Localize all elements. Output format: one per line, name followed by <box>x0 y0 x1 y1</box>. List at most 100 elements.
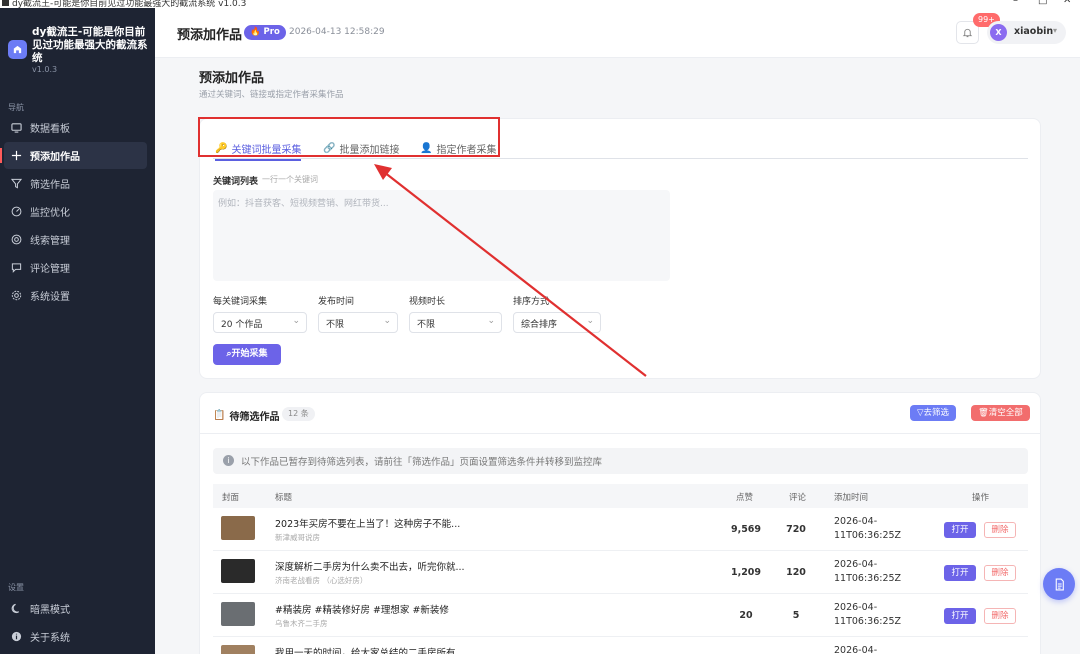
row-likes: 1,209 <box>730 567 762 578</box>
col-likes: 点赞 <box>736 493 754 503</box>
current-datetime: 2026-04-13 12:58:29 <box>289 27 385 37</box>
table-row: 我用一天的时间，给大家总结的二手房所有... 2026-04- <box>213 637 1028 654</box>
settings-heading: 设置 <box>8 583 24 592</box>
moon-icon <box>10 603 22 615</box>
maximize-icon[interactable]: □ <box>1038 0 1047 6</box>
row-added-time: 2026-04- <box>834 644 904 654</box>
notice-text: 以下作品已暂存到待筛选列表，请前往「筛选作品」页面设置筛选条件并转移到监控库 <box>241 457 603 468</box>
row-title: #精装房 #精装修好房 #理想家 #新装修 <box>275 605 449 616</box>
table-row: 2023年买房不要在上当了！这种房子不能... 新津威哥说房 9,569 720… <box>213 508 1028 551</box>
table-row: 深度解析二手房为什么卖不出去，听完你就... 济南老战看房 （心选好房） 1,2… <box>213 551 1028 594</box>
top-header: 预添加作品 🔥 Pro 2026-04-13 12:58:29 99+ X xi… <box>155 8 1080 58</box>
sort-order-select[interactable]: 综合排序 ⌄ <box>513 312 601 333</box>
field-label: 视频时长 <box>409 297 446 307</box>
sidebar-item-monitor[interactable]: 监控优化 <box>4 198 147 225</box>
date-line: 2026-04- <box>834 516 878 527</box>
open-button[interactable]: 打开 <box>944 565 976 581</box>
row-comments: 120 <box>786 567 806 578</box>
row-comments: 720 <box>786 524 806 535</box>
close-icon[interactable]: ✕ <box>1063 0 1071 6</box>
date-line: 11T06:36:25Z <box>834 616 902 627</box>
chevron-down-icon: ⌄ <box>292 316 300 326</box>
sidebar-item-leads[interactable]: 线索管理 <box>4 226 147 253</box>
field-per-keyword: 每关键词采集 20 个作品 ⌄ <box>213 294 307 333</box>
sidebar-item-filter[interactable]: 筛选作品 <box>4 170 147 197</box>
select-value: 20 个作品 <box>221 320 263 330</box>
clipboard-icon: 📋 <box>213 410 226 421</box>
monitor-icon <box>10 122 22 134</box>
button-label: 去筛选 <box>923 408 950 418</box>
info-icon: i <box>223 455 234 466</box>
button-label: 清空全部 <box>988 408 1023 418</box>
publish-time-select[interactable]: 不限 ⌄ <box>318 312 398 333</box>
info-notice: i 以下作品已暂存到待筛选列表，请前往「筛选作品」页面设置筛选条件并转移到监控库 <box>213 448 1028 474</box>
field-label: 每关键词采集 <box>213 297 268 307</box>
user-menu[interactable]: X xiaobin ▾ <box>987 21 1066 44</box>
keyword-textarea[interactable] <box>213 190 670 281</box>
open-button[interactable]: 打开 <box>944 608 976 624</box>
table-header: 封面 标题 点赞 评论 添加时间 操作 <box>213 484 1028 508</box>
pro-badge-label: Pro <box>263 27 280 37</box>
cover-thumbnail[interactable] <box>221 559 255 583</box>
pro-badge: 🔥 Pro <box>244 25 286 40</box>
col-actions: 操作 <box>972 493 990 503</box>
plus-icon <box>10 150 22 162</box>
bell-icon <box>962 28 973 38</box>
sidebar-item-comments[interactable]: 评论管理 <box>4 254 147 281</box>
sidebar-item-settings[interactable]: 系统设置 <box>4 282 147 309</box>
keyword-list-hint: 一行一个关键词 <box>262 175 318 184</box>
nav-heading: 导航 <box>8 103 24 112</box>
table-row: #精装房 #精装修好房 #理想家 #新装修 乌鲁木齐二手房 20 5 2026-… <box>213 594 1028 637</box>
pending-list-card: 📋 待筛选作品 12 条 ▽去筛选 🗑清空全部 i 以下作品已暂存到待筛选列表，… <box>199 392 1041 654</box>
sidebar-item-dark-mode[interactable]: 暗黑模式 <box>4 595 147 622</box>
cover-thumbnail[interactable] <box>221 645 255 654</box>
delete-button[interactable]: 删除 <box>984 608 1016 624</box>
sidebar-item-label: 系统设置 <box>30 292 70 303</box>
row-added-time: 2026-04- 11T06:36:25Z <box>834 558 904 586</box>
cover-thumbnail[interactable] <box>221 602 255 626</box>
sidebar-item-pre-add[interactable]: 预添加作品 <box>0 142 147 169</box>
minimize-icon[interactable]: – <box>1013 0 1018 6</box>
pending-count-badge: 12 条 <box>282 407 315 421</box>
sidebar-item-dashboard[interactable]: 数据看板 <box>4 114 147 141</box>
sidebar-item-label: 关于系统 <box>30 633 70 644</box>
filter-icon <box>10 178 22 190</box>
col-cover: 封面 <box>222 493 240 503</box>
clear-all-button[interactable]: 🗑清空全部 <box>971 405 1030 421</box>
date-line: 11T06:36:25Z <box>834 573 902 584</box>
sidebar-item-about[interactable]: 关于系统 <box>4 623 147 650</box>
delete-button[interactable]: 删除 <box>984 522 1016 538</box>
trash-icon: 🗑 <box>978 408 989 418</box>
floating-document-button[interactable] <box>1043 568 1075 600</box>
delete-button[interactable]: 删除 <box>984 565 1016 581</box>
document-icon <box>1055 578 1064 590</box>
select-value: 不限 <box>326 320 345 330</box>
row-title: 2023年买房不要在上当了！这种房子不能... <box>275 519 461 530</box>
row-author: 济南老战看房 （心选好房） <box>275 576 368 585</box>
video-duration-select[interactable]: 不限 ⌄ <box>409 312 502 333</box>
page-title: 预添加作品 <box>177 28 243 43</box>
field-label: 发布时间 <box>318 297 355 307</box>
row-likes: 9,569 <box>730 524 762 535</box>
date-line: 11T06:36:25Z <box>834 530 902 541</box>
field-sort-order: 排序方式 综合排序 ⌄ <box>513 294 601 333</box>
username: xiaobin <box>1014 26 1054 37</box>
section-subtitle: 通过关键词、链接或指定作者采集作品 <box>199 90 344 100</box>
keyword-list-label: 关键词列表 <box>213 177 259 187</box>
date-line: 2026-04- <box>834 559 878 570</box>
col-comments: 评论 <box>789 493 807 503</box>
start-collect-button[interactable]: ⌕开始采集 <box>213 344 281 365</box>
brand-version: v1.0.3 <box>32 65 58 74</box>
brand-name: dy截流王-可能是你目前见过功能最强大的截流系统 <box>32 26 148 64</box>
window-title: dy截流王-可能是你目前见过功能最强大的截流系统 v1.0.3 <box>12 0 247 8</box>
open-button[interactable]: 打开 <box>944 522 976 538</box>
pending-title-label: 待筛选作品 <box>229 412 280 423</box>
row-added-time: 2026-04- 11T06:36:25Z <box>834 515 904 543</box>
col-title: 标题 <box>275 493 293 503</box>
go-filter-button[interactable]: ▽去筛选 <box>910 405 957 421</box>
collect-card: 🔑 关键词批量采集 🔗 批量添加链接 👤 指定作者采集 关键词列表 一行一个关键… <box>199 118 1041 379</box>
cover-thumbnail[interactable] <box>221 516 255 540</box>
field-publish-time: 发布时间 不限 ⌄ <box>318 294 398 333</box>
per-keyword-select[interactable]: 20 个作品 ⌄ <box>213 312 307 333</box>
row-title: 我用一天的时间，给大家总结的二手房所有... <box>275 648 465 654</box>
